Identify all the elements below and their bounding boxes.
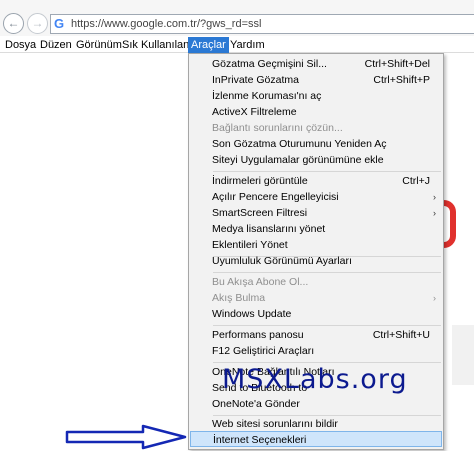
menu-item-performance-dashboard[interactable]: Performans panosu Ctrl+Shift+U — [190, 327, 442, 343]
chevron-right-icon: › — [433, 293, 436, 303]
menu-item-media-licenses[interactable]: Medya lisanslarını yönet — [190, 221, 442, 237]
menu-separator — [213, 272, 441, 273]
menu-item-add-to-apps[interactable]: Siteyi Uygulamalar görünümüne ekle — [190, 152, 442, 168]
menu-item-manage-addons[interactable]: Eklentileri Yönet — [190, 237, 442, 253]
menu-bar: Dosya Düzen Görünüm Sık Kullanılanlar Ar… — [0, 37, 474, 53]
menu-item-internet-options[interactable]: İnternet Seçenekleri — [190, 431, 442, 447]
menu-araclar[interactable]: Araçlar — [188, 37, 229, 53]
menu-item-f12-tools[interactable]: F12 Geliştirici Araçları — [190, 343, 442, 359]
menu-item-send-to-onenote[interactable]: OneNote'a Gönder — [190, 396, 442, 412]
page-logo-fragment — [444, 200, 456, 248]
menu-dosya[interactable]: Dosya — [2, 37, 39, 53]
menu-item-inprivate[interactable]: InPrivate Gözatma Ctrl+Shift+P — [190, 72, 442, 88]
google-g-icon: G — [54, 16, 65, 31]
menu-separator — [213, 171, 441, 172]
menu-item-activex-filtering[interactable]: ActiveX Filtreleme — [190, 104, 442, 120]
chevron-right-icon: › — [433, 208, 436, 218]
address-bar-row: ← → G https://www.google.com.tr/?gws_rd=… — [0, 0, 474, 36]
menu-item-report-site-problems[interactable]: Web sitesi sorunlarını bildir — [190, 416, 442, 432]
watermark-text: MSXLabs.org — [222, 364, 408, 395]
menu-item-smartscreen[interactable]: SmartScreen Filtresi › — [190, 205, 442, 221]
menu-item-view-downloads[interactable]: İndirmeleri görüntüle Ctrl+J — [190, 173, 442, 189]
menu-item-compat-view[interactable]: Uyumluluk Görünümü Ayarları — [190, 253, 442, 269]
menu-item-subscribe-feed: Bu Akışa Abone Ol... — [212, 276, 309, 288]
menu-item-clear-history[interactable]: Gözatma Geçmişini Sil... Ctrl+Shift+Del — [190, 56, 442, 72]
menu-item-windows-update[interactable]: Windows Update — [190, 306, 442, 322]
menu-item-feed-discovery: Akış Bulma › — [212, 292, 436, 304]
url-text: https://www.google.com.tr/?gws_rd=ssl — [71, 18, 262, 30]
menu-yardim[interactable]: Yardım — [227, 37, 268, 53]
blue-arrow-icon — [65, 424, 187, 450]
menu-separator — [213, 362, 441, 363]
address-input[interactable]: G https://www.google.com.tr/?gws_rd=ssl — [50, 14, 474, 34]
chevron-right-icon: › — [433, 192, 436, 202]
forward-arrow-icon[interactable]: → — [27, 13, 48, 34]
menu-item-popup-blocker[interactable]: Açılır Pencere Engelleyicisi › — [190, 189, 442, 205]
menu-item-fix-connection: Bağlantı sorunlarını çözün... — [212, 122, 343, 134]
page-scroll-area — [452, 325, 474, 385]
menu-item-reopen-session[interactable]: Son Gözatma Oturumunu Yeniden Aç — [190, 136, 442, 152]
menu-gorunum[interactable]: Görünüm — [73, 37, 125, 53]
menu-item-tracking-protection[interactable]: İzlenme Koruması'nı aç — [190, 88, 442, 104]
menu-separator — [213, 325, 441, 326]
menu-duzen[interactable]: Düzen — [37, 37, 75, 53]
back-arrow-icon[interactable]: ← — [3, 13, 24, 34]
